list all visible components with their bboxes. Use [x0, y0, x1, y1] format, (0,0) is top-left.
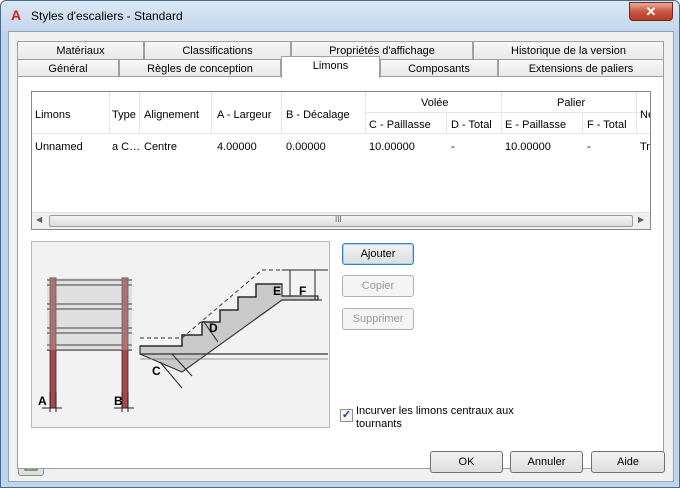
grip-icon: III	[335, 215, 342, 224]
ok-button[interactable]: OK	[430, 451, 503, 473]
tab-label: Extensions de paliers	[528, 63, 634, 75]
table-cell: 0.00000	[286, 141, 326, 153]
column-header[interactable]: C - Paillasse	[369, 119, 431, 131]
table-cell: 10.00000	[369, 141, 415, 153]
close-button[interactable]: ✕	[629, 2, 673, 21]
column-header[interactable]: Ne	[640, 109, 650, 121]
add-button[interactable]: Ajouter	[342, 243, 414, 265]
tab-label: Classifications	[182, 45, 253, 57]
table-cell: Centre	[144, 141, 178, 153]
column-header[interactable]: Alignement	[144, 109, 199, 121]
column-header[interactable]: A - Largeur	[217, 109, 271, 121]
tab-label: Matériaux	[56, 45, 105, 57]
cancel-button[interactable]: Annuler	[510, 451, 583, 473]
table-cell: -	[587, 141, 591, 153]
column-header[interactable]: D - Total	[451, 119, 492, 131]
delete-button[interactable]: Supprimer	[342, 308, 414, 330]
table-cell: 10.00000	[505, 141, 551, 153]
column-header[interactable]: B - Décalage	[286, 109, 350, 121]
tab-historique-version[interactable]: Historique de la version	[473, 41, 664, 61]
tab-materiaux[interactable]: Matériaux	[17, 41, 144, 61]
curve-center-stringers-checkbox[interactable]: ✓	[340, 409, 353, 422]
stringer-diagram: A B C D E F	[31, 241, 330, 428]
tab-label: Limons	[312, 60, 349, 72]
table-cell: -	[451, 141, 455, 153]
tab-label: Historique de la version	[511, 45, 626, 57]
stringers-table[interactable]: Volée Palier Limons Type Alignement A - …	[31, 91, 651, 230]
tab-label: Règles de conception	[147, 63, 253, 75]
table-cell: Unnamed	[35, 141, 83, 153]
group-header-volee: Volée	[421, 97, 449, 109]
table-cell: a C…	[112, 141, 141, 153]
diagram-label-a: A	[38, 394, 47, 408]
group-header-palier: Palier	[557, 97, 586, 109]
copy-button[interactable]: Copier	[342, 275, 414, 297]
diagram-label-c: C	[152, 364, 161, 378]
column-header[interactable]: Limons	[35, 109, 70, 121]
table-cell: 4.00000	[217, 141, 257, 153]
curve-center-stringers-label: Incurver les limons centraux aux tournan…	[356, 405, 514, 430]
window-title: Styles d'escaliers - Standard	[31, 9, 183, 23]
tab-classifications[interactable]: Classifications	[144, 41, 291, 61]
scroll-thumb[interactable]: III	[49, 215, 633, 227]
stair-styles-dialog: A Styles d'escaliers - Standard ✕ Matéri…	[0, 0, 680, 488]
scroll-right-icon[interactable]: ▶	[638, 215, 644, 224]
scroll-left-icon[interactable]: ◀	[36, 215, 42, 224]
diagram-label-f: F	[299, 284, 307, 298]
diagram-label-d: D	[209, 321, 218, 335]
dialog-client-area: Matériaux Classifications Propriétés d'a…	[8, 31, 674, 482]
close-icon: ✕	[645, 4, 657, 19]
help-button[interactable]: Aide	[591, 451, 665, 473]
column-header[interactable]: Type	[112, 109, 136, 121]
autocad-logo-icon: A	[10, 7, 22, 23]
diagram-label-b: B	[114, 394, 123, 408]
column-header[interactable]: E - Paillasse	[505, 119, 566, 131]
column-header[interactable]: F - Total	[587, 119, 627, 131]
table-cell: Tro	[640, 141, 650, 153]
title-bar[interactable]: A Styles d'escaliers - Standard ✕	[1, 1, 679, 31]
tab-label: Composants	[408, 63, 470, 75]
tab-label: Général	[48, 63, 88, 75]
stair-diagram-svg	[42, 269, 328, 412]
horizontal-scrollbar[interactable]: ◀ III ▶	[32, 212, 650, 229]
tab-limons[interactable]: Limons	[281, 56, 380, 78]
diagram-label-e: E	[273, 284, 282, 298]
